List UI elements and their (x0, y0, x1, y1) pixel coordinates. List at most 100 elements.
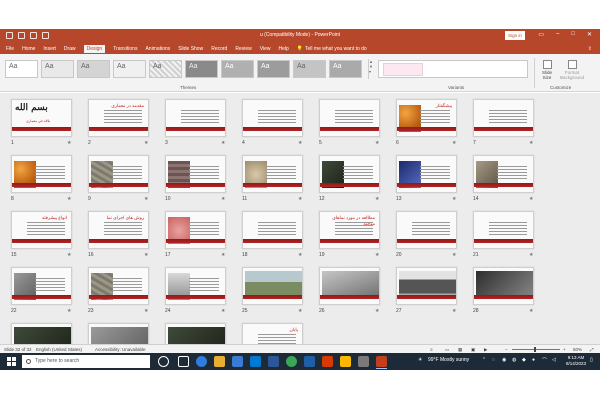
tab-insert[interactable]: Insert (43, 46, 56, 52)
theme-option[interactable]: Aa (185, 60, 218, 78)
slide-thumbnail[interactable] (396, 267, 457, 305)
slide-transition-star-icon[interactable]: ★ (221, 140, 225, 146)
slide-thumbnail[interactable] (473, 267, 534, 305)
slide-thumbnail[interactable]: پیشگفتار (396, 99, 457, 137)
tab-transitions[interactable]: Transitions (113, 46, 137, 52)
word-icon[interactable] (268, 356, 279, 367)
format-background-button[interactable]: Format Background (560, 60, 584, 80)
slide-thumbnail[interactable] (473, 155, 534, 193)
tab-animations[interactable]: Animations (145, 46, 170, 52)
edge-icon[interactable] (196, 356, 207, 367)
slide-transition-star-icon[interactable]: ★ (375, 140, 379, 146)
slide-thumbnail[interactable] (242, 99, 303, 137)
zoom-slider-thumb[interactable] (534, 347, 536, 352)
slide-transition-star-icon[interactable]: ★ (452, 252, 456, 258)
fit-to-window-icon[interactable]: ⤢ (590, 347, 594, 352)
slide-thumbnail[interactable] (11, 323, 72, 344)
slide-thumbnail[interactable] (165, 155, 226, 193)
slide-transition-star-icon[interactable]: ★ (221, 196, 225, 202)
slide-transition-star-icon[interactable]: ★ (67, 308, 71, 314)
slide-transition-star-icon[interactable]: ★ (529, 196, 533, 202)
tab-file[interactable]: File (6, 46, 14, 52)
app-tray-icon[interactable]: ◉ (502, 357, 506, 363)
weather-status[interactable]: 99°F Mostly sunny (428, 357, 469, 363)
slide-thumbnail[interactable]: مقدمه در معماری (88, 99, 149, 137)
app-tray-icon[interactable]: ● (532, 357, 535, 363)
tab-slide-show[interactable]: Slide Show (178, 46, 203, 52)
theme-option[interactable]: Aa (329, 60, 362, 78)
slide-thumbnail[interactable] (242, 267, 303, 305)
slide-thumbnail[interactable] (88, 323, 149, 344)
zoom-level[interactable]: 50% (573, 347, 582, 352)
slide-thumbnail[interactable] (242, 211, 303, 249)
close-icon[interactable]: ✕ (587, 31, 592, 38)
slide-transition-star-icon[interactable]: ★ (298, 196, 302, 202)
windows-start-icon[interactable] (7, 357, 16, 366)
slide-thumbnail[interactable] (11, 155, 72, 193)
slide-thumbnail[interactable] (396, 155, 457, 193)
zoom-out-icon[interactable]: – (505, 347, 508, 352)
slide-thumbnail[interactable] (319, 155, 380, 193)
app-icon[interactable] (304, 356, 315, 367)
slide-thumbnail[interactable] (473, 99, 534, 137)
slide-transition-star-icon[interactable]: ★ (221, 308, 225, 314)
office-icon[interactable] (322, 356, 333, 367)
cortana-icon[interactable] (158, 356, 169, 367)
slide-transition-star-icon[interactable]: ★ (452, 196, 456, 202)
themes-scroll-icon[interactable]: ▲ ▼ ▾ (368, 59, 373, 79)
slide-transition-star-icon[interactable]: ★ (375, 308, 379, 314)
slide-thumbnail[interactable] (473, 211, 534, 249)
slide-transition-star-icon[interactable]: ★ (298, 140, 302, 146)
slide-thumbnail[interactable] (165, 267, 226, 305)
tab-help[interactable]: Help (278, 46, 288, 52)
slide-transition-star-icon[interactable]: ★ (298, 308, 302, 314)
wifi-icon[interactable]: ⌒ (542, 357, 547, 364)
sign-in-button[interactable]: Sign in (505, 31, 525, 40)
maximize-icon[interactable]: □ (571, 31, 575, 38)
theme-option[interactable]: Aa (5, 60, 38, 78)
slide-thumbnail[interactable] (88, 155, 149, 193)
app-tray-icon[interactable]: ◍ (512, 357, 516, 363)
theme-option[interactable]: Aa (221, 60, 254, 78)
taskbar-search-input[interactable]: Type here to search (22, 355, 150, 368)
slide-thumbnail[interactable] (319, 267, 380, 305)
slide-transition-star-icon[interactable]: ★ (375, 252, 379, 258)
slide-thumbnail[interactable] (165, 211, 226, 249)
slide-transition-star-icon[interactable]: ★ (67, 252, 71, 258)
slide-thumbnail[interactable] (242, 155, 303, 193)
notifications-icon[interactable]: ▯ (590, 357, 593, 363)
tray-overflow-icon[interactable]: ⌃ (482, 357, 486, 363)
network-icon[interactable]: ◌ (492, 357, 495, 363)
slide-transition-star-icon[interactable]: ★ (67, 196, 71, 202)
slide-thumbnail[interactable] (165, 323, 226, 344)
slide-transition-star-icon[interactable]: ★ (144, 140, 148, 146)
app-icon[interactable] (358, 356, 369, 367)
theme-option[interactable]: Aa (149, 60, 182, 78)
language-status[interactable]: English (United States) (36, 347, 82, 352)
theme-option[interactable]: Aa (113, 60, 146, 78)
tab-review[interactable]: Review (235, 46, 251, 52)
app-tray-icon[interactable]: ◆ (522, 357, 526, 363)
theme-option[interactable]: Aa (257, 60, 290, 78)
file-explorer-icon[interactable] (214, 356, 225, 367)
chrome-icon[interactable] (286, 356, 297, 367)
volume-icon[interactable]: ◁ (552, 357, 556, 363)
mail-icon[interactable] (250, 356, 261, 367)
theme-option[interactable]: Aa (293, 60, 326, 78)
tab-home[interactable]: Home (22, 46, 35, 52)
ribbon-display-options-icon[interactable]: ▭ (538, 31, 544, 38)
slide-thumbnail[interactable] (11, 267, 72, 305)
theme-option[interactable]: Aa (41, 60, 74, 78)
slide-transition-star-icon[interactable]: ★ (529, 140, 533, 146)
slide-transition-star-icon[interactable]: ★ (298, 252, 302, 258)
slide-transition-star-icon[interactable]: ★ (452, 140, 456, 146)
slide-thumbnail[interactable]: مطالعه در مورد نماهای موجود (319, 211, 380, 249)
minimize-icon[interactable]: – (556, 31, 559, 38)
tab-design[interactable]: Design (83, 44, 106, 53)
tab-draw[interactable]: Draw (64, 46, 76, 52)
slide-thumbnail[interactable] (165, 99, 226, 137)
tell-me-box[interactable]: 💡 Tell me what you want to do (297, 46, 367, 52)
theme-option[interactable]: Aa (77, 60, 110, 78)
task-view-icon[interactable] (178, 356, 189, 367)
slide-thumbnail[interactable]: بسم الله بلاقد في معماري (11, 99, 72, 137)
